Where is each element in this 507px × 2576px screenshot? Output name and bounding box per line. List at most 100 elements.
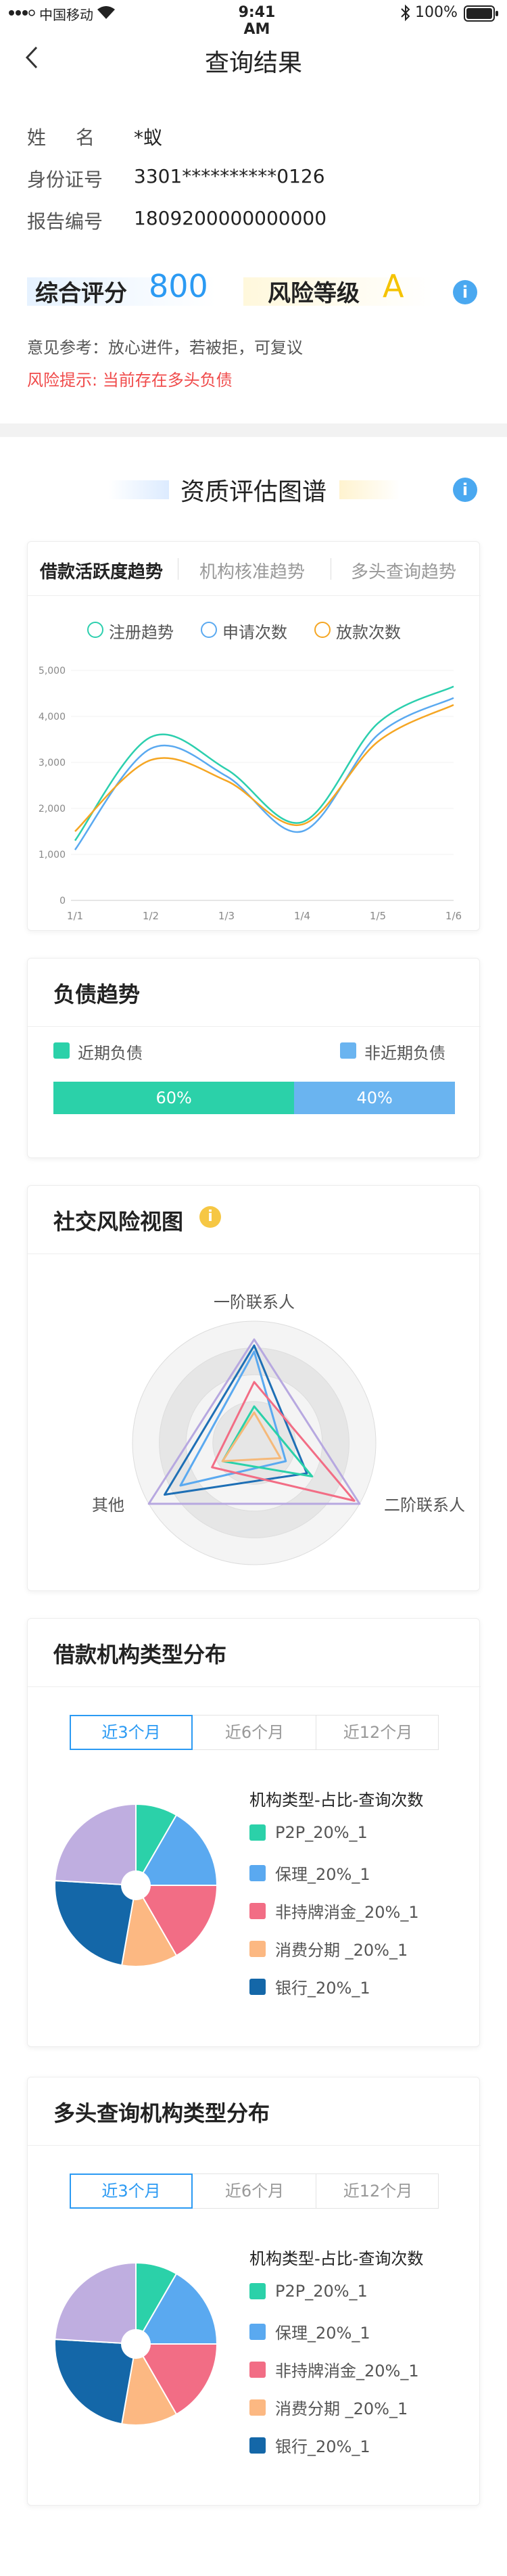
y-tick-label: 4,000	[39, 712, 66, 722]
debt-segment: 40%	[294, 1082, 455, 1114]
info-icon[interactable]: i	[453, 280, 477, 304]
x-tick-label: 1/1	[67, 910, 83, 921]
social-info-icon[interactable]: i	[199, 1206, 221, 1228]
legend-label: 申请次数	[222, 623, 287, 642]
card-divider	[28, 2145, 481, 2146]
y-tick-label: 2,000	[39, 804, 66, 814]
risk-value: A	[383, 268, 404, 304]
debt-title: 负债趋势	[53, 982, 141, 1007]
legend-label: 消费分期 _20%_1	[275, 2399, 408, 2418]
legend-marker	[249, 2399, 266, 2416]
pie-chart	[54, 1803, 218, 1967]
name-value: *蚁	[134, 127, 163, 149]
series-line	[74, 697, 454, 850]
pie-legend-title: 机构类型-占比-查询次数	[249, 2249, 424, 2268]
legend-label: 非持牌消金_20%_1	[275, 2362, 419, 2380]
legend-label: P2P_20%_1	[275, 2282, 368, 2301]
section-title: 资质评估图谱	[180, 478, 327, 506]
pie-hole	[121, 2329, 151, 2359]
section-divider	[0, 423, 507, 437]
page-title: 查询结果	[204, 49, 302, 77]
legend-label: P2P_20%_1	[275, 1823, 368, 1842]
legend-label: 银行_20%_1	[275, 2437, 370, 2456]
tab-12-months[interactable]: 近12个月	[316, 1716, 439, 1749]
status-bar: 中国移动 9:41 AM 100%	[0, 0, 507, 38]
pie-legend-title: 机构类型-占比-查询次数	[249, 1791, 424, 1810]
period-tabs: 近3个月 近6个月 近12个月	[70, 1715, 439, 1750]
legend-marker	[314, 622, 331, 638]
legend-marker	[53, 1042, 70, 1059]
radar-chart: 一阶联系人二阶联系人 其他	[92, 1293, 465, 1565]
tab-6-months[interactable]: 近6个月	[193, 2174, 316, 2208]
report-label: 报告编号	[27, 210, 103, 233]
x-tick-label: 1/5	[370, 910, 386, 921]
legend-item: 保理_20%_1	[249, 2320, 473, 2343]
legend-marker	[249, 1978, 266, 1995]
legend-label: 消费分期 _20%_1	[275, 1941, 408, 1960]
y-tick-label: 3,000	[39, 758, 66, 768]
tab-6-months[interactable]: 近6个月	[193, 1716, 316, 1749]
legend-item: 保理_20%_1	[249, 1861, 473, 1884]
legend-marker	[249, 1864, 266, 1881]
legend-marker	[249, 2361, 266, 2378]
y-tick-label: 5,000	[39, 666, 66, 676]
line-chart: 0 1,000 2,000 3,000 4,000 5,000 1/1 1/2 1/3 1/4 1/…	[39, 666, 462, 921]
battery-percent: 100%	[415, 4, 458, 21]
legend-item: P2P_20%_1	[249, 2282, 473, 2303]
battery-icon	[464, 5, 499, 26]
multi-query-title: 多头查询机构类型分布	[53, 2100, 270, 2126]
y-tick-label: 0	[59, 896, 66, 906]
report-value: 1809200000000000	[134, 207, 327, 229]
trend-card: 借款活跃度趋势 机构核准趋势 多头查询趋势 注册趋势 申请次数 放款次数 0 1,…	[27, 541, 481, 931]
legend-marker	[249, 1902, 266, 1919]
social-card: 社交风险视图 i 一阶联系人 二阶联系人 其他	[27, 1185, 481, 1591]
series-line	[74, 685, 454, 842]
legend-marker	[249, 1824, 266, 1841]
score-label: 综合评分	[35, 280, 127, 307]
line-legend: 注册趋势 申请次数 放款次数	[87, 618, 439, 642]
legend-marker	[249, 1940, 266, 1957]
tab-loan-activity[interactable]: 借款活跃度趋势	[40, 558, 163, 583]
pie-slice	[54, 1803, 137, 1887]
radar-axis-label: 二阶联系人	[384, 1496, 465, 1515]
tab-3-months[interactable]: 近3个月	[70, 1715, 193, 1750]
legend-label: 保理_20%_1	[275, 1865, 370, 1884]
legend-item: 银行_20%_1	[249, 1975, 473, 1998]
legend-marker	[340, 1042, 356, 1059]
card-divider	[28, 1026, 481, 1027]
legend-marker	[249, 2283, 266, 2299]
debt-card: 负债趋势 近期负债 非近期负债 60% 40%	[27, 958, 481, 1158]
risk-label: 风险等级	[268, 280, 360, 307]
tab-approval-trend[interactable]: 机构核准趋势	[199, 558, 305, 583]
wifi-icon	[96, 4, 116, 24]
multi-query-card: 多头查询机构类型分布 近3个月 近6个月 近12个月 机构类型-占比-查询次数 …	[27, 2077, 481, 2506]
warning-text: 风险提示: 当前存在多头负债	[27, 371, 233, 390]
x-tick-label: 1/3	[218, 910, 235, 921]
loan-org-title: 借款机构类型分布	[53, 1642, 227, 1668]
loan-org-card: 借款机构类型分布 近3个月 近6个月 近12个月 机构类型-占比-查询次数 P2…	[27, 1618, 481, 2047]
opinion-text: 意见参考：放心进件，若被拒，可复议	[27, 338, 303, 357]
tab-3-months[interactable]: 近3个月	[70, 2174, 193, 2209]
signal-icon	[8, 5, 35, 20]
legend-label: 保理_20%_1	[275, 2324, 370, 2343]
tab-multi-query-trend[interactable]: 多头查询趋势	[351, 558, 456, 583]
tab-12-months[interactable]: 近12个月	[316, 2174, 439, 2208]
y-tick-label: 1,000	[39, 850, 66, 860]
name-label: 姓 名	[27, 127, 101, 149]
legend-item: 非持牌消金_20%_1	[249, 2358, 473, 2380]
section-info-icon[interactable]: i	[453, 478, 477, 502]
legend-marker	[249, 2437, 266, 2454]
trend-tabs: 借款活跃度趋势 机构核准趋势 多头查询趋势	[28, 542, 481, 596]
pie-slice	[54, 2261, 137, 2345]
nav-bar: 查询结果	[0, 27, 507, 88]
social-title: 社交风险视图	[53, 1209, 184, 1235]
legend-label: 近期负债	[78, 1044, 143, 1063]
id-label: 身份证号	[27, 168, 103, 191]
legend-label: 非持牌消金_20%_1	[275, 1903, 419, 1922]
id-value: 3301**********0126	[134, 165, 325, 187]
radar-axis-label: 一阶联系人	[214, 1293, 295, 1312]
legend-label: 放款次数	[336, 623, 401, 642]
legend-item: 消费分期 _20%_1	[249, 1937, 473, 1960]
period-tabs: 近3个月 近6个月 近12个月	[70, 2174, 439, 2209]
legend-label: 注册趋势	[109, 623, 174, 642]
